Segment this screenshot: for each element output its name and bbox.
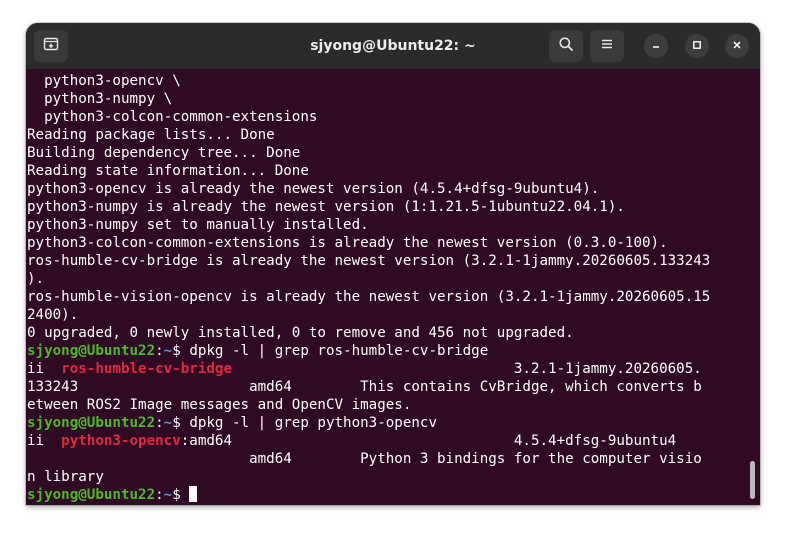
terminal-line: python3-numpy is already the newest vers…	[27, 198, 710, 216]
output-text: etween ROS2 Image messages and OpenCV im…	[27, 397, 412, 413]
output-text: python3-colcon-common-extensions	[27, 109, 318, 125]
scrollbar-thumb[interactable]	[750, 461, 755, 499]
terminal-line: python3-opencv is already the newest ver…	[27, 180, 710, 198]
output-text: Building dependency tree... Done	[27, 145, 301, 161]
line-suffix: :amd64 4.5.4+dfsg-9ubuntu4	[180, 433, 677, 449]
output-text: amd64 Python 3 bindings for the computer…	[27, 451, 702, 467]
terminal-window: sjyong@Ubuntu22: ~ python3-opencv \ pyth…	[26, 23, 760, 505]
search-button[interactable]	[549, 30, 583, 62]
terminal-prompt-line: sjyong@Ubuntu22:~$ dpkg -l | grep python…	[27, 414, 710, 432]
terminal-line: Reading state information... Done	[27, 162, 710, 180]
output-text: python3-numpy is already the newest vers…	[27, 199, 625, 215]
terminal-prompt-line: sjyong@Ubuntu22:~$ dpkg -l | grep ros-hu…	[27, 342, 710, 360]
prompt-separator: :	[155, 415, 164, 431]
command-text: dpkg -l | grep python3-opencv	[189, 415, 438, 431]
terminal-line: Reading package lists... Done	[27, 126, 710, 144]
output-text: n library	[27, 469, 104, 485]
new-tab-button[interactable]	[34, 30, 68, 62]
output-text: ros-humble-vision-opencv is already the …	[27, 289, 711, 305]
prompt-separator: :	[155, 487, 164, 503]
terminal-line: ros-humble-vision-opencv is already the …	[27, 288, 710, 306]
terminal-prompt-line: sjyong@Ubuntu22:~$	[27, 486, 710, 504]
output-text: ros-humble-cv-bridge is already the newe…	[27, 253, 711, 269]
maximize-icon	[692, 37, 702, 55]
command-text: dpkg -l | grep ros-humble-cv-bridge	[189, 343, 489, 359]
terminal-line: python3-colcon-common-extensions	[27, 108, 710, 126]
minimize-icon	[651, 37, 661, 55]
terminal-line: etween ROS2 Image messages and OpenCV im…	[27, 396, 710, 414]
prompt-user: sjyong@Ubuntu22	[27, 487, 156, 503]
close-button[interactable]	[725, 34, 749, 58]
search-icon	[558, 36, 574, 57]
terminal-line: ros-humble-cv-bridge is already the newe…	[27, 252, 710, 270]
output-text: python3-colcon-common-extensions is alre…	[27, 235, 668, 251]
terminal-line: python3-opencv \	[27, 72, 710, 90]
new-tab-icon	[43, 36, 59, 57]
prompt-path: ~	[163, 487, 173, 503]
terminal-line: python3-colcon-common-extensions is alre…	[27, 234, 710, 252]
prompt-symbol: $	[172, 343, 190, 359]
title-bar[interactable]: sjyong@Ubuntu22: ~	[26, 23, 760, 70]
terminal-line: 2400).	[27, 306, 710, 324]
hamburger-menu-icon	[599, 36, 615, 57]
output-text: python3-opencv is already the newest ver…	[27, 181, 600, 197]
line-prefix: ii	[27, 361, 62, 377]
terminal-output[interactable]: python3-opencv \ python3-numpy \ python3…	[26, 69, 760, 505]
output-text: Reading package lists... Done	[27, 127, 275, 143]
grep-match: ros-humble-cv-bridge	[61, 361, 233, 377]
prompt-user: sjyong@Ubuntu22	[27, 415, 156, 431]
prompt-path: ~	[163, 343, 173, 359]
output-text: 2400).	[27, 307, 79, 323]
terminal-line: Building dependency tree... Done	[27, 144, 710, 162]
maximize-button[interactable]	[685, 34, 709, 58]
terminal-screen[interactable]: python3-opencv \ python3-numpy \ python3…	[27, 72, 710, 504]
terminal-line: 0 upgraded, 0 newly installed, 0 to remo…	[27, 324, 710, 342]
prompt-separator: :	[155, 343, 164, 359]
output-text: python3-opencv \	[27, 73, 181, 89]
terminal-line: python3-numpy set to manually installed.	[27, 216, 710, 234]
minimize-button[interactable]	[644, 34, 668, 58]
menu-button[interactable]	[590, 30, 624, 62]
terminal-line: 133243 amd64 This contains CvBridge, whi…	[27, 378, 710, 396]
prompt-path: ~	[163, 415, 173, 431]
output-text: python3-numpy \	[27, 91, 173, 107]
terminal-line: n library	[27, 468, 710, 486]
output-text: ).	[27, 271, 45, 287]
line-suffix: 3.2.1-1jammy.20260605.	[232, 361, 702, 377]
close-icon	[732, 37, 742, 55]
output-text: Reading state information... Done	[27, 163, 309, 179]
output-text: 0 upgraded, 0 newly installed, 0 to remo…	[27, 325, 574, 341]
grep-match: python3-opencv	[61, 433, 181, 449]
terminal-line: ).	[27, 270, 710, 288]
terminal-line: ii python3-opencv:amd64 4.5.4+dfsg-9ubun…	[27, 432, 710, 450]
terminal-line: ii ros-humble-cv-bridge 3.2.1-1jammy.202…	[27, 360, 710, 378]
line-prefix: ii	[27, 433, 62, 449]
prompt-symbol: $	[172, 487, 190, 503]
text-cursor[interactable]	[189, 486, 198, 502]
terminal-line: python3-numpy \	[27, 90, 710, 108]
output-text: python3-numpy set to manually installed.	[27, 217, 369, 233]
prompt-symbol: $	[172, 415, 190, 431]
terminal-line: amd64 Python 3 bindings for the computer…	[27, 450, 710, 468]
prompt-user: sjyong@Ubuntu22	[27, 343, 156, 359]
output-text: 133243 amd64 This contains CvBridge, whi…	[27, 379, 702, 395]
